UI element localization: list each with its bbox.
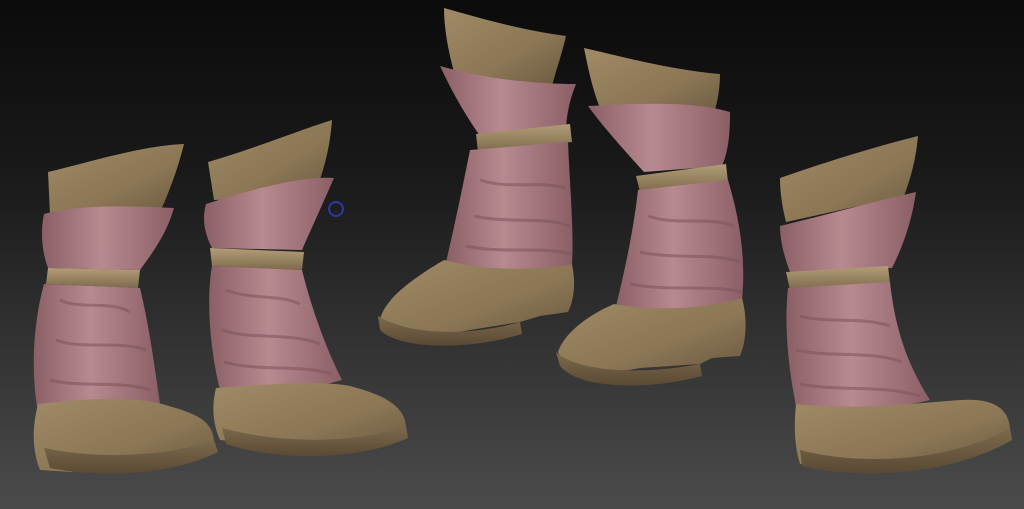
sculpt-viewport[interactable]	[0, 0, 1024, 509]
viewport-canvas[interactable]	[0, 0, 1024, 509]
